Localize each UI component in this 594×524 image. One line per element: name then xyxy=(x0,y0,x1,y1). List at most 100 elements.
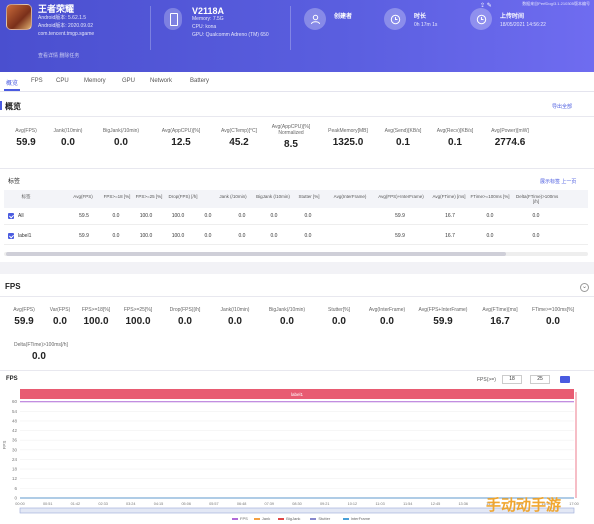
tab-overview[interactable]: 概览 xyxy=(3,78,21,91)
y-axis-label: FPS xyxy=(2,441,7,450)
metric-value: 0.0 xyxy=(332,316,346,327)
table-cell: 100.0 xyxy=(139,213,153,219)
legend-item[interactable]: Stutter xyxy=(310,516,330,521)
fps-section-title: FPS xyxy=(5,282,21,291)
table-cell: 0.0 xyxy=(486,233,494,239)
metric-ctemp: Avg(CTemp)[°C] 45.2 xyxy=(214,128,264,148)
metric-value: 0.1 xyxy=(396,137,410,148)
metric-value: 59.9 xyxy=(14,316,34,327)
metric-label: Avg(Recv)[KB/s] xyxy=(436,128,474,134)
x-tick-label: 00:00 xyxy=(15,502,25,506)
x-tick-label: 12:45 xyxy=(431,502,441,506)
metric-value: 0.0 xyxy=(546,316,560,327)
metric-value: 100.0 xyxy=(125,316,151,327)
table-cell: 59.9 xyxy=(395,213,405,219)
table-cell: 0.0 xyxy=(304,213,312,219)
table-row[interactable]: All 59.5 0.0 100.0 100.0 0.0 0.0 0.0 0.0… xyxy=(4,208,588,225)
x-tick-label: 11:03 xyxy=(375,502,384,506)
table-cell: 100.0 xyxy=(171,213,185,219)
table-cell: 0.0 xyxy=(532,233,540,239)
table-scrollbar[interactable] xyxy=(4,252,588,256)
y-tick-label: 18 xyxy=(12,467,18,472)
metric-label: Jank(/10min) xyxy=(53,128,83,134)
clock-icon xyxy=(384,8,406,30)
row-checkbox[interactable] xyxy=(8,233,14,239)
x-tick-label: 11:54 xyxy=(403,502,412,506)
x-tick-label: 00:51 xyxy=(43,502,53,506)
tab-battery[interactable]: Battery xyxy=(190,78,209,84)
y-tick-label: 12 xyxy=(12,476,18,481)
version-note: 数据来自PerfDog/3.1.210305版本编号 xyxy=(522,1,590,6)
table-cell: 0.0 xyxy=(204,233,212,239)
metric-label: Avg(FPS+InterFrame) xyxy=(418,307,468,313)
column-header: 标签 xyxy=(21,194,31,199)
header-action-icons[interactable]: ⇪ ✎ xyxy=(480,2,492,9)
metric-label: FPS>=18[%] xyxy=(81,307,111,313)
metric-power: Avg(Power)[mW] 2774.6 xyxy=(484,128,536,148)
tab-fps[interactable]: FPS xyxy=(31,78,43,84)
metric-value: 0.0 xyxy=(228,316,242,327)
column-header: Drop(FPS) [/h] xyxy=(168,194,198,199)
tab-network[interactable]: Network xyxy=(150,78,172,84)
header-divider xyxy=(150,6,151,50)
creator-label: 创建者 xyxy=(334,14,353,20)
labels-links[interactable]: 展示标签 上一页 xyxy=(540,178,576,185)
column-header: FPS>=18 [%] xyxy=(103,194,131,199)
metric-label: Avg(FPS) xyxy=(15,128,37,134)
column-header: Avg(FTime) [ms] xyxy=(432,194,466,199)
app-info: 王者荣耀 Android版本: 5.62.1.5 Android版本: 2020… xyxy=(38,5,94,38)
metric-value: 8.5 xyxy=(284,139,298,150)
labels-title: 标签 xyxy=(8,179,21,185)
legend-item[interactable]: InterFrame xyxy=(342,516,371,521)
tab-gpu[interactable]: GPU xyxy=(122,78,135,84)
column-header: Avg(FPS) xyxy=(73,194,93,199)
tab-cpu[interactable]: CPU xyxy=(56,78,69,84)
metric-value: 100.0 xyxy=(83,316,109,327)
scrollbar-thumb[interactable] xyxy=(6,252,506,256)
share-icon[interactable]: ⇪ xyxy=(480,3,485,9)
x-tick-label: 07:39 xyxy=(265,502,275,506)
overview-title: 概览 xyxy=(5,102,21,111)
fps-metric: FTime>=100ms[%] 0.0 xyxy=(526,307,580,327)
fps-metric: Avg(FTime)[ms] 16.7 xyxy=(478,307,522,327)
legend-item[interactable]: BigJank xyxy=(278,516,300,521)
app-details-link[interactable]: 查看详情 删除任务 xyxy=(38,52,79,59)
metric-label: Avg(CTemp)[°C] xyxy=(220,128,258,134)
legend-label: Jank xyxy=(261,516,271,521)
tab-memory[interactable]: Memory xyxy=(84,78,106,84)
x-tick-label: 06:48 xyxy=(237,502,247,506)
metric-value: 0.0 xyxy=(53,316,67,327)
table-row[interactable]: label1 59.9 0.0 100.0 100.0 0.0 0.0 0.0 … xyxy=(4,228,588,245)
metric-label: Var(FPS) xyxy=(49,307,71,313)
table-cell: 0.0 xyxy=(204,213,212,219)
metric-value: 0.0 xyxy=(380,316,394,327)
edit-icon[interactable]: ✎ xyxy=(487,3,492,9)
legend-label: FPS xyxy=(240,516,248,521)
metric-label: Avg(AppCPU)[%] Normalized xyxy=(271,124,311,136)
divider xyxy=(0,168,594,169)
export-all-link[interactable]: 导出全部 xyxy=(552,103,572,110)
metric-value: 0.0 xyxy=(178,316,192,327)
y-tick-label: 60 xyxy=(12,399,18,404)
legend-label: InterFrame xyxy=(350,516,371,521)
legend-item[interactable]: FPS xyxy=(232,516,248,521)
collapse-icon[interactable]: ⌄ xyxy=(580,283,589,292)
metric-send: Avg(Send)[KB/s] 0.1 xyxy=(380,128,426,148)
row-checkbox[interactable] xyxy=(8,213,14,219)
legend-item[interactable]: Jank xyxy=(253,516,271,521)
upload-time-value: 18/05/2021 14:56:22 xyxy=(500,22,546,28)
fps-metric: Var(FPS) 0.0 xyxy=(40,307,80,327)
metric-recv: Avg(Recv)[KB/s] 0.1 xyxy=(432,128,478,148)
table-cell: 0.0 xyxy=(270,213,278,219)
y-tick-label: 24 xyxy=(12,457,18,462)
column-header: BigJank (/10min) xyxy=(256,194,290,199)
metric-avg-fps: Avg(FPS) 59.9 xyxy=(4,128,48,148)
x-tick-label: 17:00 xyxy=(569,502,579,506)
row-name: label1 xyxy=(18,233,32,239)
metric-label: Drop(FPS)[/h] xyxy=(169,307,201,313)
x-tick-label: 09:21 xyxy=(320,502,330,506)
fps-metric: FPS>=18[%] 100.0 xyxy=(76,307,116,327)
user-icon xyxy=(304,8,326,30)
x-tick-label: 05:57 xyxy=(209,502,219,506)
duration-label: 时长 xyxy=(414,14,427,20)
